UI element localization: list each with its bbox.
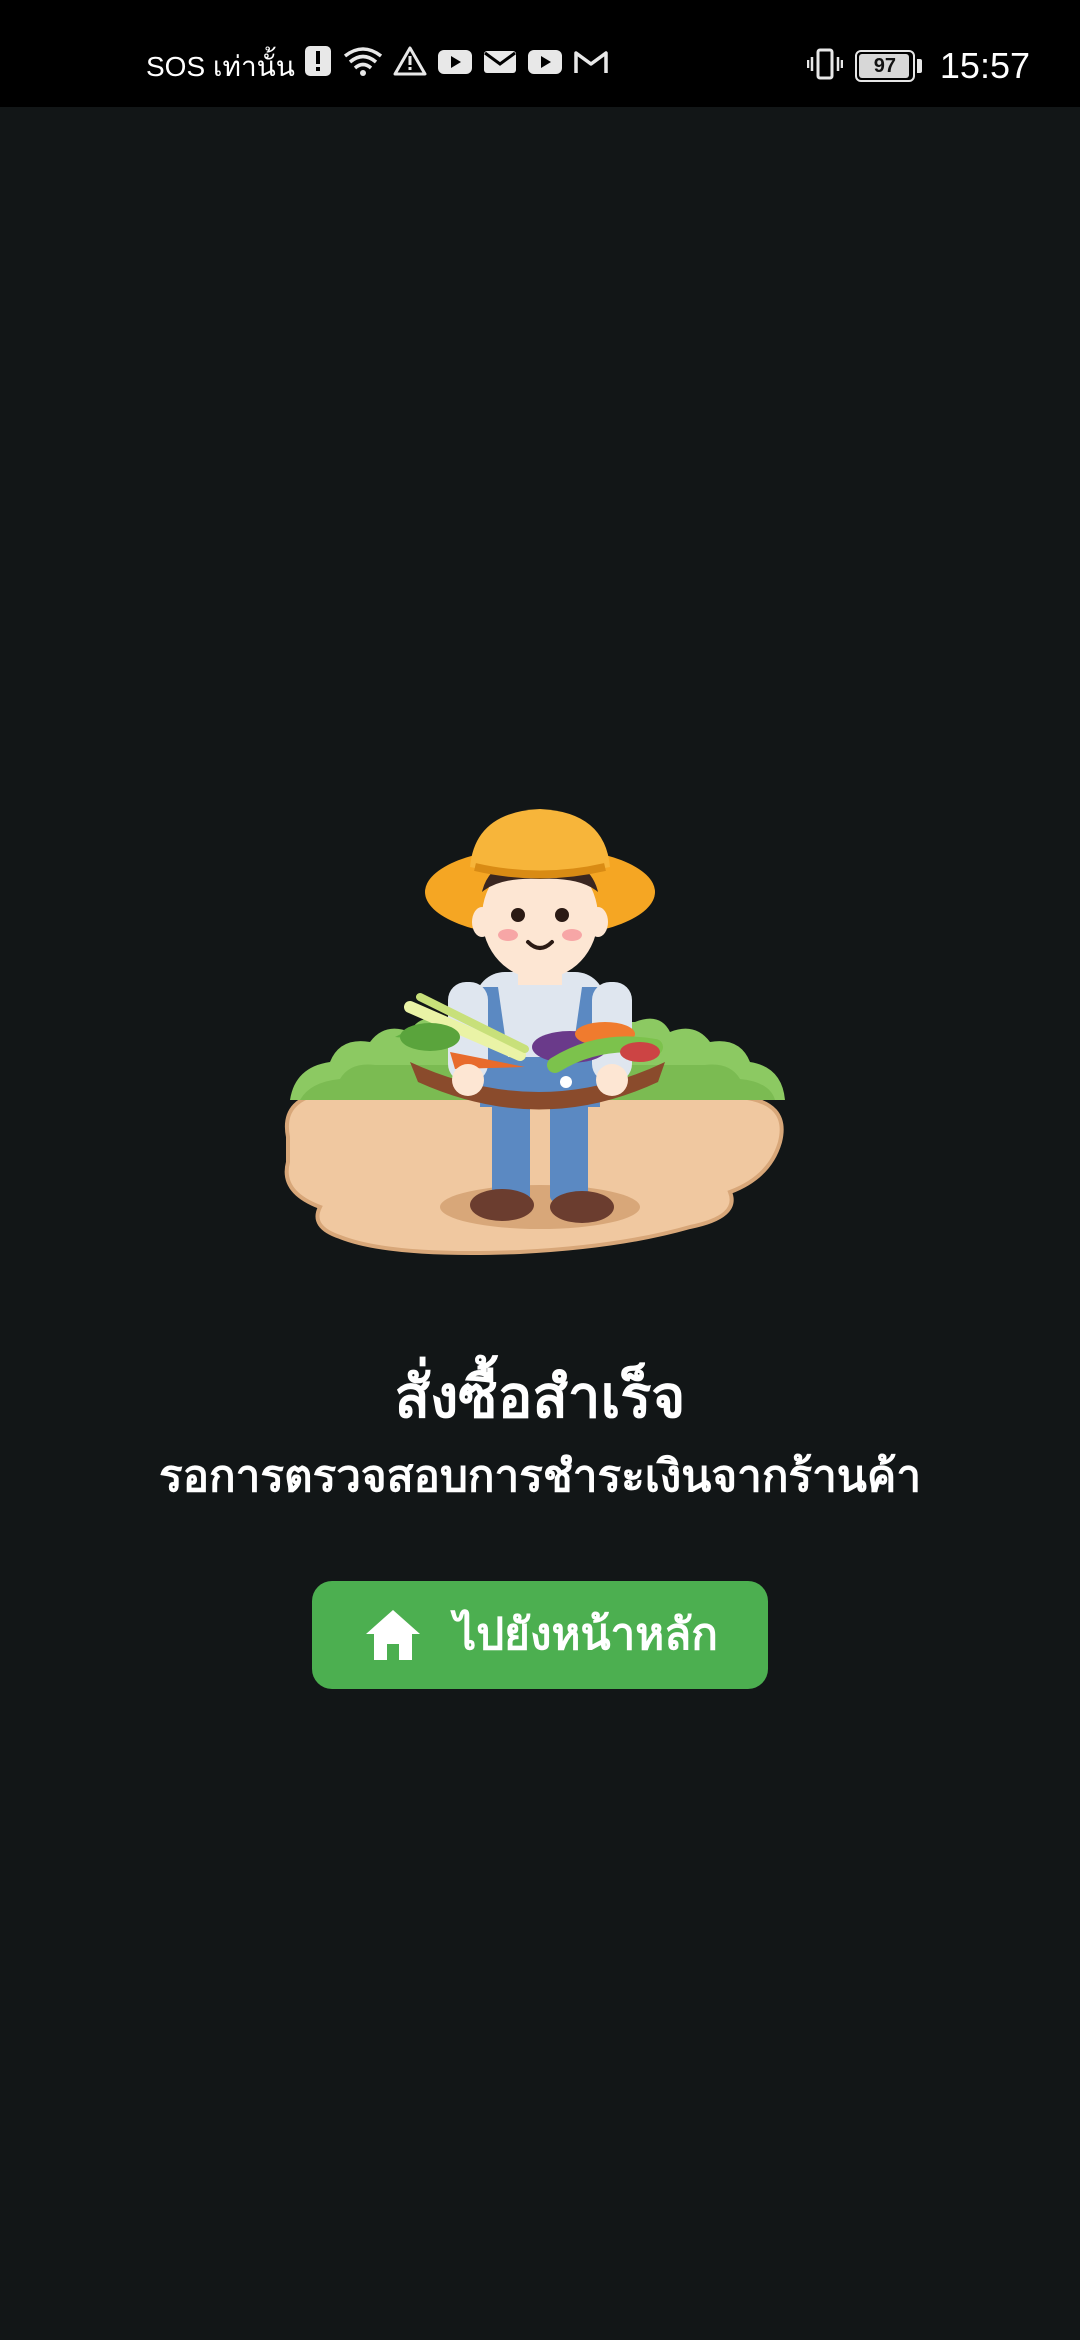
- status-right: 97 15:57: [806, 44, 1030, 88]
- battery-level: 97: [873, 55, 897, 77]
- mail-icon: [483, 47, 517, 87]
- go-home-label: ไปยังหน้าหลัก: [454, 1609, 718, 1660]
- go-home-button[interactable]: ไปยังหน้าหลัก: [312, 1581, 768, 1689]
- alert-icon: [303, 44, 333, 89]
- page-subtitle: รอการตรวจสอบการชำระเงินจากร้านค้า: [158, 1451, 922, 1502]
- status-left: SOS เท่านั้น: [146, 44, 609, 89]
- page-title: สั่งซื้อสำเร็จ: [394, 1363, 686, 1431]
- youtube-icon: [527, 47, 563, 87]
- network-status-text: SOS เท่านั้น: [146, 50, 295, 82]
- battery-icon: 97: [854, 50, 915, 82]
- notification-icons: [303, 44, 609, 89]
- vibrate-icon: [806, 47, 844, 86]
- gmail-icon: [573, 47, 609, 87]
- youtube-icon: [437, 47, 473, 87]
- clock: 15:57: [939, 45, 1030, 86]
- wifi-icon: [343, 44, 383, 89]
- status-bar: SOS เท่านั้น 97 15:57: [0, 0, 1080, 107]
- farmer-illustration: [270, 797, 810, 1397]
- warning-icon: [393, 45, 427, 88]
- order-success-screen: สั่งซื้อสำเร็จ รอการตรวจสอบการชำระเงินจา…: [0, 107, 1080, 2340]
- battery-tip: [916, 59, 922, 73]
- home-icon: [362, 1604, 424, 1666]
